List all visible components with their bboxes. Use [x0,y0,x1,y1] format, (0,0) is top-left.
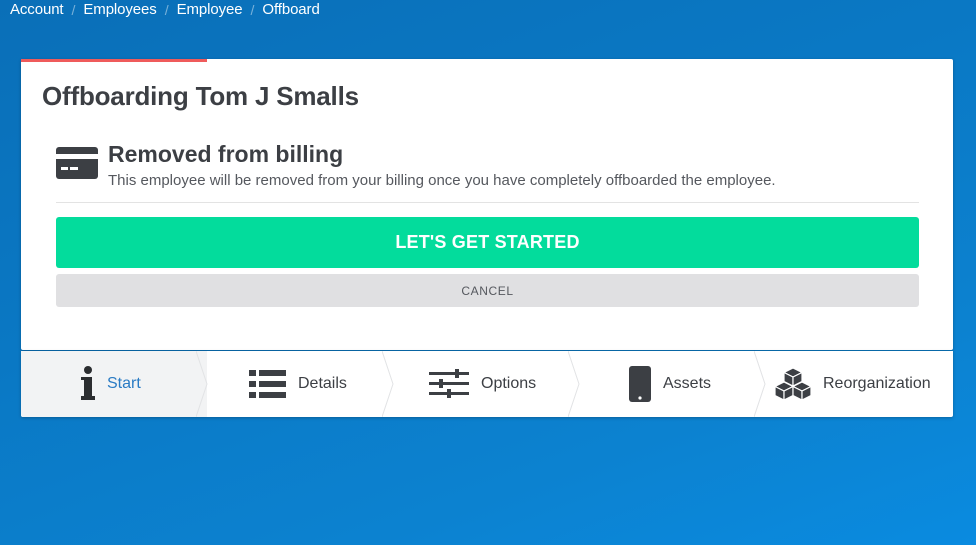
step-divider [196,351,208,417]
breadcrumb-offboard[interactable]: Offboard [262,1,319,18]
breadcrumb-employees[interactable]: Employees [83,1,156,18]
offboarding-card: Offboarding Tom J Smalls Removed from bi… [21,59,953,350]
credit-card-icon [56,147,98,179]
step-start[interactable]: Start [21,351,208,417]
sliders-icon [429,369,469,398]
breadcrumb-employee[interactable]: Employee [177,1,243,18]
breadcrumb-separator: / [250,1,255,18]
breadcrumb-separator: / [164,1,169,18]
list-icon [249,370,286,398]
page-title: Offboarding Tom J Smalls [42,81,359,111]
step-details-label: Details [298,375,347,392]
progress-indicator [21,59,207,62]
notice-title: Removed from billing [108,141,344,167]
get-started-button[interactable]: LET'S GET STARTED [56,217,919,268]
breadcrumb-separator: / [71,1,76,18]
step-divider [382,351,394,417]
step-assets-label: Assets [663,375,712,392]
cancel-button[interactable]: CANCEL [56,274,919,307]
phone-icon [629,366,651,402]
billing-notice: Removed from billing This employee will … [56,141,919,203]
cubes-icon [775,368,811,400]
breadcrumb-account[interactable]: Account [10,1,64,18]
step-details[interactable]: Details [207,351,394,417]
step-navigation: Start Details Options Assets Reorganizat… [21,351,953,417]
info-icon [81,366,95,400]
step-divider [568,351,580,417]
step-assets[interactable]: Assets [579,351,766,417]
step-divider [754,351,766,417]
step-reorganization[interactable]: Reorganization [765,351,953,417]
step-start-label: Start [107,375,141,392]
step-options-label: Options [481,375,537,392]
step-reorganization-label: Reorganization [823,375,931,392]
breadcrumb: Account / Employees / Employee / Offboar… [10,1,320,18]
step-options[interactable]: Options [393,351,580,417]
notice-description: This employee will be removed from your … [108,172,776,189]
